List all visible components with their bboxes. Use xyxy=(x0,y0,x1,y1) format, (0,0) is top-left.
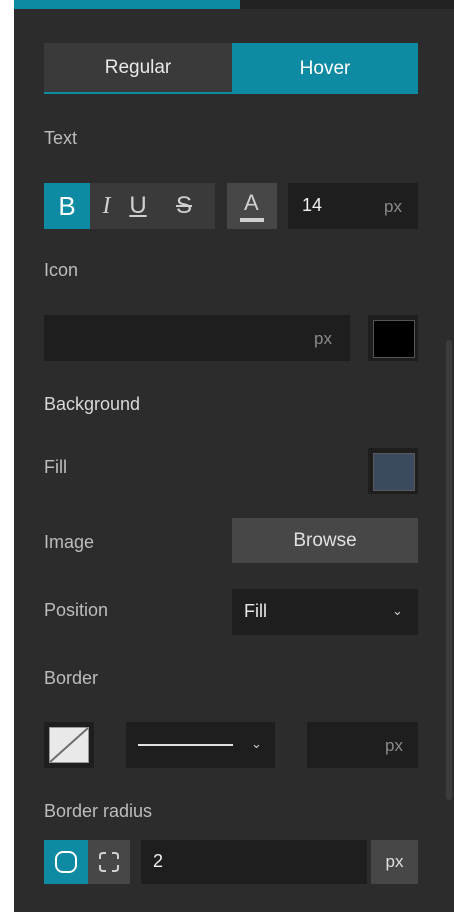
text-color-letter: A xyxy=(244,190,259,215)
uniform-radius-button[interactable] xyxy=(44,840,88,884)
icon-size-unit: px xyxy=(314,329,332,348)
hover-state-tab[interactable]: Hover xyxy=(232,43,418,94)
chevron-down-icon: ⌄ xyxy=(251,736,262,751)
icon-color-picker[interactable] xyxy=(368,315,418,361)
border-width-unit: px xyxy=(385,736,403,755)
icon-section-label: Icon xyxy=(44,260,79,280)
border-width-field[interactable]: px xyxy=(307,722,418,768)
font-size-field[interactable]: 14 px xyxy=(288,183,418,229)
corners-icon xyxy=(99,852,119,872)
background-section-label: Background xyxy=(44,394,141,414)
italic-button[interactable]: I xyxy=(90,183,123,229)
browse-button[interactable]: Browse xyxy=(232,518,418,563)
border-section-label: Border xyxy=(44,668,99,688)
position-dropdown[interactable]: Fill ⌄ xyxy=(232,589,418,635)
position-dropdown-value: Fill xyxy=(244,601,267,621)
font-size-unit: px xyxy=(384,197,402,216)
border-radius-unit-button[interactable]: px xyxy=(371,840,418,884)
bold-button[interactable]: B xyxy=(44,183,90,229)
position-label: Position xyxy=(44,600,109,620)
icon-color-swatch xyxy=(373,320,415,358)
scrollbar[interactable] xyxy=(446,340,452,800)
border-style-dropdown[interactable]: ⌄ xyxy=(126,722,275,768)
border-radius-field[interactable]: 2 xyxy=(141,840,367,884)
font-size-value: 14 xyxy=(302,195,323,215)
fill-color-picker[interactable] xyxy=(368,448,418,494)
no-color-icon xyxy=(49,727,89,763)
fill-color-swatch xyxy=(373,453,415,491)
individual-corners-button[interactable] xyxy=(88,840,130,884)
icon-size-field[interactable]: px xyxy=(44,315,350,361)
text-color-icon: A xyxy=(240,190,264,222)
rounded-square-icon xyxy=(55,851,77,873)
chevron-down-icon: ⌄ xyxy=(392,603,403,618)
active-tab-indicator xyxy=(14,0,240,9)
fill-label: Fill xyxy=(44,457,67,477)
regular-state-tab[interactable]: Regular xyxy=(44,43,232,94)
strikethrough-button[interactable]: S xyxy=(153,183,215,229)
underline-button[interactable]: U xyxy=(123,183,153,229)
border-radius-label: Border radius xyxy=(44,801,153,821)
border-color-picker[interactable] xyxy=(44,722,94,768)
text-section-label: Text xyxy=(44,128,78,148)
image-label: Image xyxy=(44,532,95,552)
solid-line-icon xyxy=(138,744,233,746)
text-color-underline xyxy=(240,218,264,222)
top-bar xyxy=(240,0,454,9)
border-radius-value: 2 xyxy=(153,851,164,871)
text-color-button[interactable]: A xyxy=(227,183,277,229)
